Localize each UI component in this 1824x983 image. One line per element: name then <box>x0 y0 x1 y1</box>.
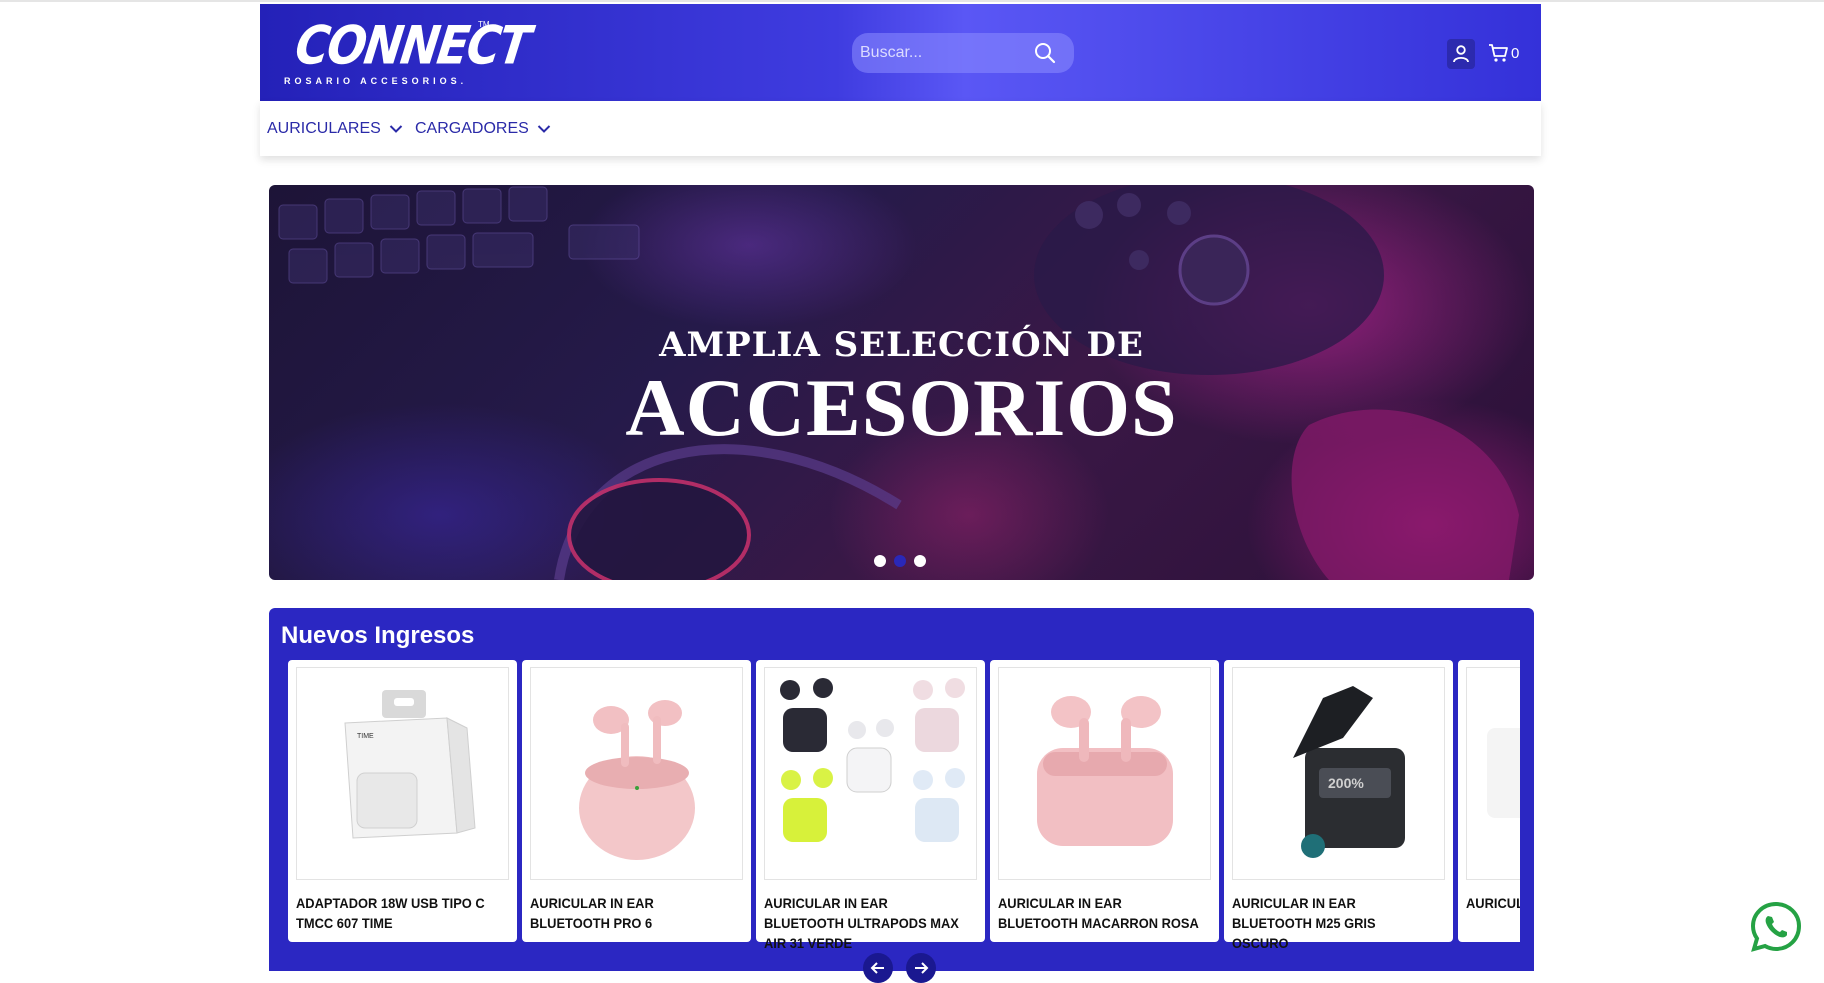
keyboard-graphic <box>278 186 640 284</box>
nav-item-cargadores[interactable]: CARGADORES <box>415 118 551 140</box>
carousel-dot[interactable] <box>914 555 926 567</box>
product-card[interactable]: AURICULAR IN EAR BLUETOOTH PRO 6 <box>522 660 751 942</box>
whatsapp-icon <box>1750 901 1802 952</box>
svg-text:TIME: TIME <box>357 733 374 740</box>
cart-icon <box>1489 44 1508 62</box>
search-box <box>852 33 1074 73</box>
cart-button[interactable]: 0 <box>1488 42 1522 66</box>
whatsapp-button[interactable] <box>1748 899 1804 955</box>
account-button[interactable] <box>1447 39 1475 69</box>
product-card[interactable]: AURICULAR MATE 90 <box>1458 660 1520 942</box>
carousel-dots <box>874 555 926 567</box>
product-name: AURICULAR IN EAR BLUETOOTH ULTRAPODS MAX… <box>764 895 959 948</box>
product-name: AURICULAR IN EAR BLUETOOTH MACARRON ROSA <box>998 895 1199 931</box>
product-image: TIME <box>296 667 509 880</box>
carousel-dot-active[interactable] <box>894 555 906 567</box>
page: CONNECT TM ROSARIO ACCESORIOS. 0 AURICUL… <box>0 0 1824 983</box>
logo-subtitle: ROSARIO ACCESORIOS. <box>284 76 468 86</box>
product-carousel: TIME ADAPTADOR 18W USB TIPO C TMCC 607 T… <box>288 660 1520 948</box>
search-input[interactable] <box>852 33 1032 73</box>
chevron-down-icon <box>537 125 551 133</box>
cart-count: 0 <box>1511 45 1520 62</box>
product-name: AURICULAR MATE 90 <box>1466 895 1520 911</box>
section-title: Nuevos Ingresos <box>281 622 475 649</box>
product-image: 200% <box>1232 667 1445 880</box>
arrow-right-icon <box>915 962 929 974</box>
product-card[interactable]: 200% AURICULAR IN EAR BLUETOOTH M25 GRIS… <box>1224 660 1453 948</box>
nav-item-label: AURICULARES <box>267 120 381 137</box>
product-name: ADAPTADOR 18W USB TIPO C TMCC 607 TIME <box>296 895 485 931</box>
logo-trademark: TM <box>478 20 490 29</box>
svg-text:200%: 200% <box>1328 775 1364 791</box>
product-card[interactable]: AURICULAR IN EAR BLUETOOTH MACARRON ROSA <box>990 660 1219 942</box>
carousel-next-button[interactable] <box>906 953 936 983</box>
chevron-down-icon <box>389 125 403 133</box>
carousel-prev-button[interactable] <box>863 953 893 983</box>
product-image <box>530 667 743 880</box>
category-nav: AURICULARES CARGADORES <box>260 101 1541 156</box>
banner-title: ACCESORIOS <box>625 362 1178 453</box>
arrow-left-icon <box>870 962 884 974</box>
carousel-dot[interactable] <box>874 555 886 567</box>
new-arrivals-section: Nuevos Ingresos TIME ADAPTADOR 18W USB T… <box>269 608 1534 983</box>
product-image <box>1466 667 1520 880</box>
logo[interactable]: CONNECT TM ROSARIO ACCESORIOS. <box>284 14 533 90</box>
banner-headline: AMPLIA SELECCIÓN DE <box>659 325 1144 365</box>
user-icon <box>1453 45 1469 63</box>
product-card[interactable]: AURICULAR IN EAR BLUETOOTH ULTRAPODS MAX… <box>756 660 985 948</box>
product-image <box>764 667 977 880</box>
nav-item-label: CARGADORES <box>415 120 529 137</box>
product-name: AURICULAR IN EAR BLUETOOTH M25 GRIS OSCU… <box>1232 895 1376 948</box>
site-header: CONNECT TM ROSARIO ACCESORIOS. 0 <box>260 4 1541 101</box>
nav-item-auriculares[interactable]: AURICULARES <box>267 118 403 140</box>
product-card[interactable]: TIME ADAPTADOR 18W USB TIPO C TMCC 607 T… <box>288 660 517 942</box>
hero-banner[interactable]: AMPLIA SELECCIÓN DE ACCESORIOS <box>269 185 1534 580</box>
logo-text: CONNECT <box>291 13 533 77</box>
search-icon[interactable] <box>1034 42 1056 64</box>
product-name: AURICULAR IN EAR BLUETOOTH PRO 6 <box>530 895 654 931</box>
product-image <box>998 667 1211 880</box>
